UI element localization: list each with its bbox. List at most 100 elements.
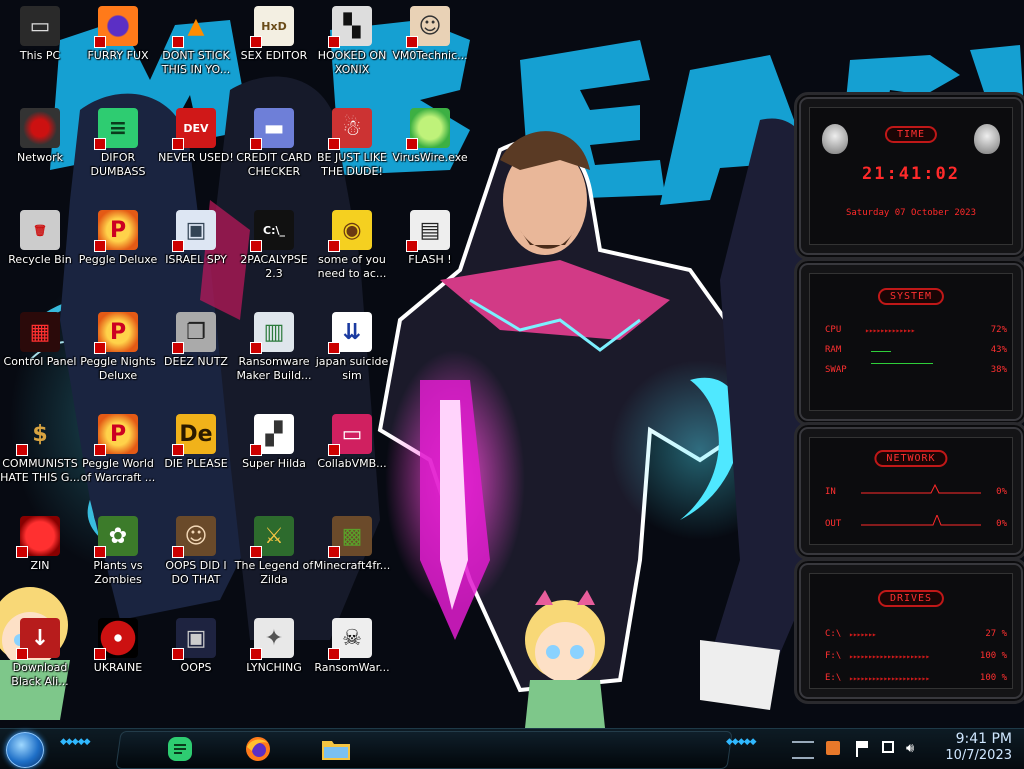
flag-icon[interactable]	[856, 741, 868, 757]
network-in-row: IN 0%	[825, 483, 1007, 501]
action-center-icon[interactable]	[882, 741, 894, 753]
taskbar-lines-deco	[792, 741, 814, 759]
desktop-icon[interactable]: 🗑︎ Recycle Bin	[0, 210, 80, 267]
oops-icon: ▣	[172, 618, 216, 660]
vlc-icon: ▲	[172, 6, 216, 48]
alien-head-icon	[974, 124, 1000, 154]
shortcut-arrow-icon	[172, 444, 184, 456]
desktop-icon[interactable]: $ COMMUNISTS HATE THIS G...	[0, 414, 80, 485]
desktop-icon-label: Peggle Nights Deluxe	[80, 355, 156, 382]
desktop-icon-label: SEX EDITOR	[240, 49, 308, 62]
network-out-row: OUT 0%	[825, 515, 1007, 533]
shortcut-arrow-icon	[406, 240, 418, 252]
de-icon: De	[172, 414, 216, 456]
peggle-icon: P	[94, 210, 138, 252]
discord-pinned-button[interactable]	[158, 733, 202, 765]
taskbar-left-deco: ◆◆◆◆◆	[60, 737, 91, 747]
desktop-icon-label: UKRAINE	[93, 661, 143, 674]
desktop-icon[interactable]: Network	[0, 108, 80, 165]
desktop-icon[interactable]: ▬ CREDIT CARD CHECKER	[234, 108, 314, 179]
zelda-icon: ⚔	[250, 516, 294, 558]
desktop-icon[interactable]: ☺ VM0Technic...	[390, 6, 470, 63]
shortcut-arrow-icon	[406, 138, 418, 150]
alien-head-icon	[822, 124, 848, 154]
desktop-icon[interactable]: UKRAINE	[78, 618, 158, 675]
desktop-icon[interactable]: ✿ Plants vs Zombies	[78, 516, 158, 587]
time-widget: TIME 21:41:02 Saturday 07 October 2023	[794, 92, 1024, 260]
shortcut-arrow-icon	[16, 546, 28, 558]
desktop-icon[interactable]: ▩ Minecraft4fr...	[312, 516, 392, 573]
desktop-icon[interactable]: P Peggle World of Warcraft ...	[78, 414, 158, 485]
firefox-pinned-button[interactable]	[236, 733, 280, 765]
desktop-icon-label: COMMUNISTS HATE THIS G...	[0, 457, 80, 484]
desktop-icon[interactable]: ▤ FLASH !	[390, 210, 470, 267]
desktop-icon[interactable]: C:\_ 2PACALYPSE 2.3	[234, 210, 314, 281]
desktop-icon-label: DIE PLEASE	[164, 457, 228, 470]
spy-icon: ▣	[172, 210, 216, 252]
hxd-icon: HxD	[250, 6, 294, 48]
shortcut-arrow-icon	[172, 138, 184, 150]
shortcut-arrow-icon	[172, 546, 184, 558]
discord-icon: ≡	[94, 108, 138, 150]
desktop-icon[interactable]: P Peggle Nights Deluxe	[78, 312, 158, 383]
lynching-icon: ✦	[250, 618, 294, 660]
desktop-icon-label: Network	[17, 151, 63, 164]
desktop-icon[interactable]: ✦ LYNCHING	[234, 618, 314, 675]
ram-row: RAM 43%	[825, 345, 1007, 359]
desktop-icon[interactable]: ↓ Download Black Ali...	[0, 618, 80, 689]
desktop-icon[interactable]: ◉ some of you need to ac...	[312, 210, 392, 281]
shortcut-arrow-icon	[250, 444, 262, 456]
desktop-icon[interactable]: VirusWire.exe	[390, 108, 470, 165]
desktop-icon[interactable]: ▭ This PC	[0, 6, 80, 63]
desktop-icon-label: Ransomware Maker Build...	[236, 355, 312, 382]
desktop-icon[interactable]: ≡ DIFOR DUMBASS	[78, 108, 158, 179]
desktop-icon[interactable]: ▚ HOOKED ON XONIX	[312, 6, 392, 77]
credit-card-icon: ▬	[250, 108, 294, 150]
desktop-icon-label: OOPS	[180, 661, 212, 674]
taskbar-clock-date[interactable]: 10/7/2023	[945, 748, 1012, 763]
desktop-icon-label: CollabVMB...	[317, 457, 387, 470]
desktop-icon[interactable]: De DIE PLEASE	[156, 414, 236, 471]
drive-e-bar: ▸▸▸▸▸▸▸▸▸▸▸▸▸▸▸▸▸▸▸▸▸	[849, 674, 930, 683]
desktop-icon[interactable]: ▣ ISRAEL SPY	[156, 210, 236, 267]
start-button[interactable]	[6, 732, 44, 768]
desktop-icon-label: BE JUST LIKE THE DUDE!	[316, 151, 388, 178]
monitor-icon: ▭	[328, 414, 372, 456]
drive-e-value: 100 %	[979, 673, 1007, 683]
desktop-icon[interactable]: ▦ Control Panel	[0, 312, 80, 369]
explorer-pinned-button[interactable]	[314, 733, 358, 765]
network-adapter-icon[interactable]	[826, 741, 840, 755]
desktop-icon[interactable]: ☺ OOPS DID I DO THAT	[156, 516, 236, 587]
desktop-icon[interactable]: ⇊ japan suicide sim	[312, 312, 392, 383]
desktop-icon-label: DIFOR DUMBASS	[90, 151, 146, 178]
desktop-icon[interactable]: DEV NEVER USED!	[156, 108, 236, 165]
desktop-icon-label: NEVER USED!	[158, 151, 234, 164]
drive-c-bar: ▸▸▸▸▸▸▸	[849, 630, 877, 639]
xonix-icon: ▚	[328, 6, 372, 48]
network-in-graph	[861, 483, 981, 494]
desktop-icon[interactable]: ⚔ The Legend of Zilda	[234, 516, 314, 587]
network-out-label: OUT	[825, 519, 842, 529]
shortcut-arrow-icon	[16, 648, 28, 660]
taskbar-clock-time[interactable]: 9:41 PM	[956, 731, 1012, 747]
desktop-icon[interactable]: ▣ OOPS	[156, 618, 236, 675]
desktop-icon[interactable]: ❐ DEEZ NUTZ	[156, 312, 236, 369]
desktop-icon[interactable]: ▲ DONT STICK THIS IN YO...	[156, 6, 236, 77]
shortcut-arrow-icon	[94, 138, 106, 150]
skull-icon: ☠	[328, 618, 372, 660]
desktop-icon[interactable]: ☃ BE JUST LIKE THE DUDE!	[312, 108, 392, 179]
desktop-icon[interactable]: ▞ Super Hilda	[234, 414, 314, 471]
desktop-icon[interactable]: HxD SEX EDITOR	[234, 6, 314, 63]
desktop-icon[interactable]: ☠ RansomWar...	[312, 618, 392, 675]
desktop-icon[interactable]: ▥ Ransomware Maker Build...	[234, 312, 314, 383]
cpu-row: CPU ▸▸▸▸▸▸▸▸▸▸▸▸▸ 72%	[825, 325, 1007, 339]
desktop-icon[interactable]: P Peggle Deluxe	[78, 210, 158, 267]
network-in-value: 0%	[996, 487, 1007, 497]
desktop-icon[interactable]: ZIN	[0, 516, 80, 573]
shortcut-arrow-icon	[328, 648, 340, 660]
shortcut-arrow-icon	[328, 138, 340, 150]
desktop-icon-label: FLASH !	[408, 253, 452, 266]
volume-icon[interactable]: 🔊︎	[906, 742, 914, 755]
desktop-icon[interactable]: FURRY FUX	[78, 6, 158, 63]
desktop-icon[interactable]: ▭ CollabVMB...	[312, 414, 392, 471]
